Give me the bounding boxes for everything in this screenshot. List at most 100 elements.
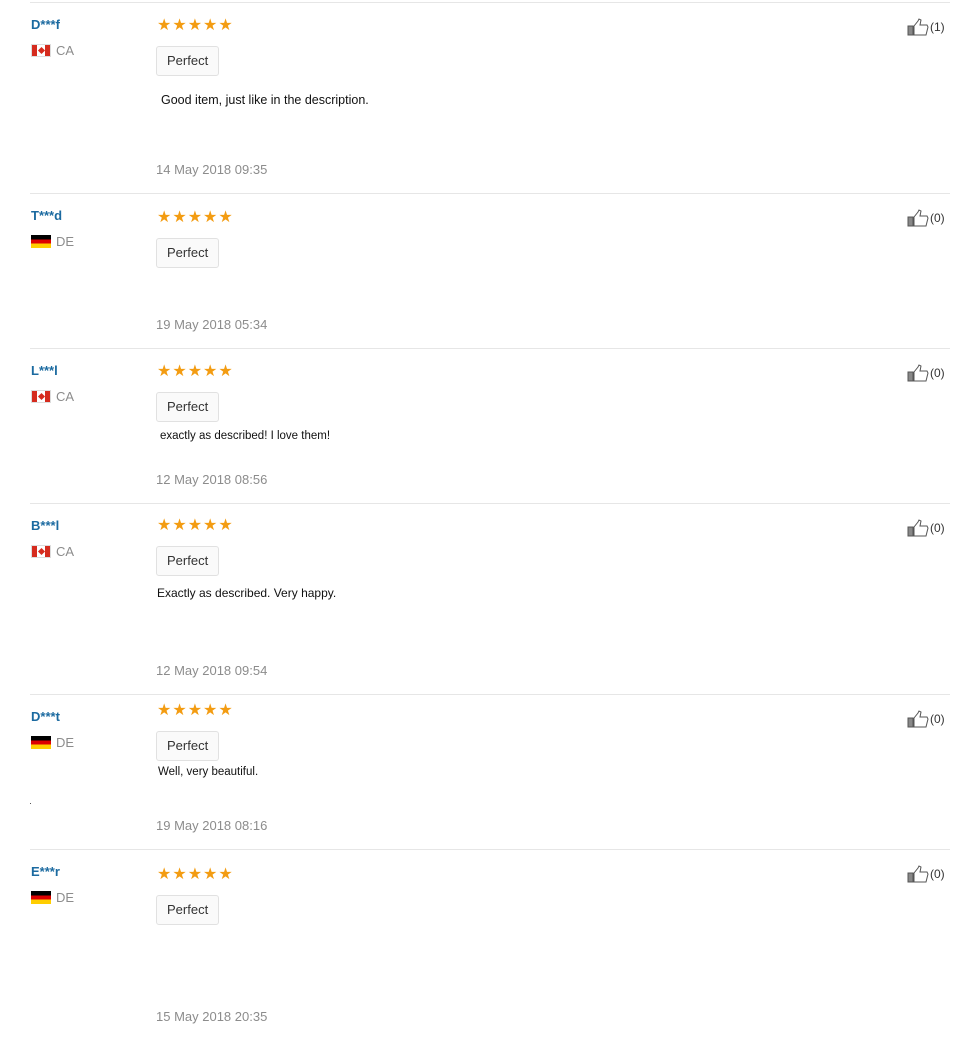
review-date: 15 May 2018 20:35: [156, 1009, 268, 1024]
star-icon: ★: [187, 361, 203, 380]
germany-flag-icon: [31, 235, 51, 248]
star-icon: ★: [172, 700, 187, 719]
star-icon: ★: [203, 15, 218, 34]
thumbs-up-icon: [907, 18, 929, 36]
reviewer-country: CA: [31, 43, 74, 58]
rating-tag: Perfect: [156, 392, 220, 422]
stray-mark: [30, 803, 31, 804]
star-icon: ★: [218, 700, 233, 719]
star-icon: ★: [157, 864, 172, 883]
helpful-count: (1): [930, 20, 945, 34]
star-icon: ★: [157, 700, 172, 719]
star-icon: ★: [218, 361, 233, 380]
star-icon: ★: [218, 15, 233, 34]
helpful-count: (0): [930, 867, 945, 881]
thumbs-up-icon: [907, 519, 929, 537]
star-icon: ★: [187, 15, 203, 34]
canada-flag-icon: [31, 545, 51, 558]
helpful-button[interactable]: (0): [907, 519, 945, 537]
helpful-button[interactable]: (0): [907, 209, 945, 227]
country-code: DE: [56, 735, 75, 750]
helpful-count: (0): [930, 712, 945, 726]
star-icon: ★: [157, 15, 172, 34]
star-icon: ★: [187, 864, 203, 883]
star-icon: ★: [187, 515, 203, 534]
helpful-count: (0): [930, 521, 945, 535]
star-icon: ★: [203, 361, 218, 380]
rating-stars: ★ ★ ★ ★ ★: [157, 517, 233, 533]
review-divider: [30, 694, 950, 695]
star-icon: ★: [172, 361, 187, 380]
star-icon: ★: [218, 207, 233, 226]
rating-tag: Perfect: [156, 238, 220, 268]
reviewer-name[interactable]: D***f: [31, 17, 60, 32]
rating-tag: Perfect: [156, 731, 220, 761]
rating-stars: ★ ★ ★ ★ ★: [157, 866, 233, 882]
helpful-button[interactable]: (1): [907, 18, 945, 36]
star-icon: ★: [157, 207, 172, 226]
helpful-button[interactable]: (0): [907, 865, 945, 883]
review-text: Well, very beautiful.: [158, 766, 259, 778]
star-icon: ★: [203, 515, 218, 534]
star-icon: ★: [172, 515, 187, 534]
star-icon: ★: [218, 864, 233, 883]
review-divider: [30, 503, 950, 504]
helpful-button[interactable]: (0): [907, 364, 945, 382]
reviewer-country: CA: [31, 544, 74, 559]
review-divider: [30, 348, 950, 349]
star-icon: ★: [218, 515, 233, 534]
review-text: exactly as described! I love them!: [160, 430, 331, 442]
thumbs-up-icon: [907, 209, 929, 227]
germany-flag-icon: [31, 736, 51, 749]
thumbs-up-icon: [907, 865, 929, 883]
country-code: CA: [56, 389, 75, 404]
star-icon: ★: [187, 207, 203, 226]
reviewer-country: DE: [31, 735, 74, 750]
review-date: 14 May 2018 09:35: [156, 162, 268, 177]
star-icon: ★: [172, 207, 187, 226]
reviewer-country: DE: [31, 234, 74, 249]
thumbs-up-icon: [907, 710, 929, 728]
rating-stars: ★ ★ ★ ★ ★: [157, 209, 233, 225]
country-code: DE: [56, 234, 75, 249]
review-divider: [30, 849, 950, 850]
review-text: Exactly as described. Very happy.: [157, 586, 337, 600]
germany-flag-icon: [31, 891, 51, 904]
star-icon: ★: [157, 515, 172, 534]
top-divider: [30, 2, 950, 3]
review-date: 19 May 2018 08:16: [156, 818, 268, 833]
helpful-button[interactable]: (0): [907, 710, 945, 728]
reviewer-country: CA: [31, 389, 74, 404]
review-date: 12 May 2018 08:56: [156, 472, 268, 487]
star-icon: ★: [203, 864, 218, 883]
country-code: CA: [56, 43, 75, 58]
country-code: CA: [56, 544, 75, 559]
country-code: DE: [56, 890, 75, 905]
review-date: 19 May 2018 05:34: [156, 317, 268, 332]
review-divider: [30, 193, 950, 194]
rating-stars: ★ ★ ★ ★ ★: [157, 702, 233, 718]
rating-tag: Perfect: [156, 546, 220, 576]
helpful-count: (0): [930, 366, 945, 380]
rating-tag: Perfect: [156, 895, 220, 925]
reviewer-name[interactable]: D***t: [31, 709, 60, 724]
reviewer-name[interactable]: B***l: [31, 518, 59, 533]
helpful-count: (0): [930, 211, 945, 225]
review-text: Good item, just like in the description.: [161, 93, 369, 107]
review-date: 12 May 2018 09:54: [156, 663, 268, 678]
rating-tag: Perfect: [156, 46, 220, 76]
rating-stars: ★ ★ ★ ★ ★: [157, 17, 233, 33]
star-icon: ★: [203, 207, 218, 226]
star-icon: ★: [157, 361, 172, 380]
thumbs-up-icon: [907, 364, 929, 382]
canada-flag-icon: [31, 44, 51, 57]
star-icon: ★: [172, 864, 187, 883]
reviewer-country: DE: [31, 890, 74, 905]
reviewer-name[interactable]: E***r: [31, 864, 60, 879]
star-icon: ★: [203, 700, 218, 719]
star-icon: ★: [187, 700, 203, 719]
reviewer-name[interactable]: T***d: [31, 208, 62, 223]
reviewer-name[interactable]: L***l: [31, 363, 58, 378]
rating-stars: ★ ★ ★ ★ ★: [157, 363, 233, 379]
canada-flag-icon: [31, 390, 51, 403]
